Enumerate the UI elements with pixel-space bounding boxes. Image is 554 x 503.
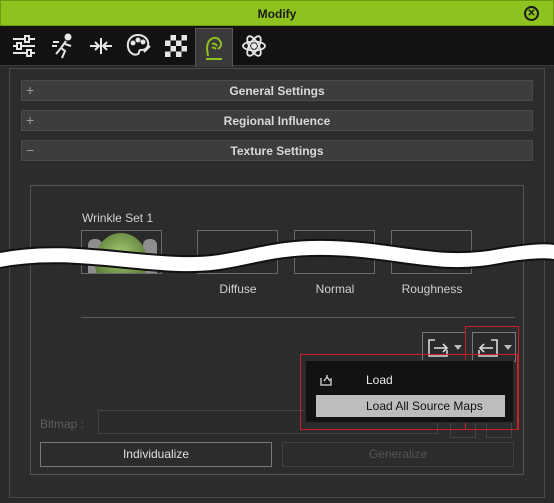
tab-wrinkle[interactable] bbox=[195, 28, 233, 67]
sliders-icon bbox=[13, 35, 35, 57]
channel-label-diffuse: Diffuse bbox=[219, 282, 257, 296]
wrinkle-set-label: Wrinkle Set 1 bbox=[82, 211, 154, 225]
section-label: Regional Influence bbox=[223, 114, 331, 128]
channel-label-roughness: Roughness bbox=[401, 282, 463, 296]
section-general-settings[interactable]: + General Settings bbox=[21, 80, 533, 101]
close-icon[interactable]: ✕ bbox=[524, 6, 539, 21]
bitmap-label: Bitmap : bbox=[40, 417, 85, 431]
section-label: Texture Settings bbox=[230, 144, 324, 158]
window-title: Modify bbox=[257, 7, 297, 21]
tab-motion[interactable] bbox=[45, 28, 83, 64]
section-texture-settings[interactable]: − Texture Settings bbox=[21, 140, 533, 161]
individualize-button[interactable]: Individualize bbox=[40, 442, 272, 467]
menu-item-load[interactable]: Load bbox=[316, 369, 505, 391]
window-titlebar: Modify ✕ bbox=[0, 0, 554, 26]
align-icon bbox=[90, 38, 112, 54]
chevron-down-icon[interactable] bbox=[454, 345, 462, 350]
palette-icon bbox=[126, 33, 151, 56]
section-regional-influence[interactable]: + Regional Influence bbox=[21, 110, 533, 131]
tab-sliders[interactable] bbox=[5, 28, 43, 64]
checker-icon bbox=[165, 35, 187, 57]
menu-item-label: Load bbox=[366, 373, 393, 387]
divider bbox=[81, 317, 515, 318]
load-folder-icon bbox=[320, 375, 332, 386]
menu-item-load-all-source-maps[interactable]: Load All Source Maps bbox=[316, 395, 505, 417]
menu-item-label: Load All Source Maps bbox=[366, 399, 483, 413]
chevron-down-icon[interactable] bbox=[504, 345, 512, 350]
face-wrinkle-icon bbox=[206, 36, 223, 60]
screenshot-tear bbox=[0, 238, 554, 274]
section-label: General Settings bbox=[229, 84, 325, 98]
tab-palette[interactable] bbox=[119, 28, 157, 64]
tab-material[interactable] bbox=[157, 28, 195, 64]
import-dropdown-menu: Load Load All Source Maps bbox=[305, 360, 514, 423]
tab-align[interactable] bbox=[82, 28, 120, 64]
generalize-button[interactable]: Generalize bbox=[282, 442, 514, 467]
physics-icon bbox=[242, 35, 266, 57]
channel-label-normal: Normal bbox=[315, 282, 355, 296]
modify-toolbar bbox=[0, 26, 554, 67]
motion-icon bbox=[52, 33, 72, 59]
tab-physics[interactable] bbox=[235, 28, 273, 64]
